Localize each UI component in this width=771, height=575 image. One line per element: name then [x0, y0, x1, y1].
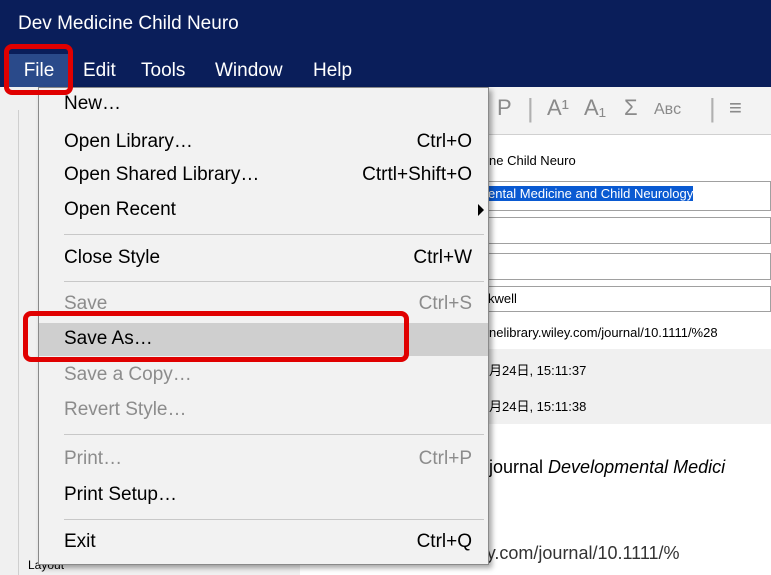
superscript-button[interactable]: A¹: [547, 95, 569, 121]
menu-item-exit[interactable]: Exit Ctrl+Q: [39, 526, 488, 559]
menu-item-shortcut: Ctrl+W: [413, 247, 472, 268]
menu-tools[interactable]: Tools: [141, 54, 185, 87]
menu-file[interactable]: File: [9, 54, 69, 87]
menu-separator: [64, 281, 484, 282]
title-bar: Dev Medicine Child Neuro: [0, 0, 771, 54]
modified-value: 月24日, 15:11:38: [489, 399, 587, 414]
menu-item-save: Save Ctrl+S: [39, 288, 488, 321]
menu-item-label: Close Style: [64, 247, 161, 268]
menu-separator: [64, 434, 484, 435]
menu-item-open-shared-library[interactable]: Open Shared Library… Ctrtl+Shift+O: [39, 159, 488, 192]
menu-item-label: Open Library…: [64, 131, 193, 152]
symbol-button[interactable]: Σ: [624, 95, 638, 121]
menu-item-new[interactable]: New…: [39, 88, 488, 121]
text-field[interactable]: [487, 253, 771, 280]
author-field[interactable]: kwell: [487, 286, 771, 312]
created-value: 月24日, 15:11:37: [489, 363, 587, 378]
small-caps-button[interactable]: Aʙᴄ: [654, 101, 681, 119]
menu-item-shortcut: Ctrl+P: [418, 448, 472, 469]
menu-item-label: Print Setup…: [64, 484, 177, 505]
menu-bar: File Edit Tools Window Help: [0, 54, 771, 87]
window-title: Dev Medicine Child Neuro: [18, 13, 239, 34]
menu-item-revert-style: Revert Style…: [39, 394, 488, 427]
description-italic: Developmental Medici: [548, 457, 726, 477]
description-text: journal Developmental Medici: [489, 457, 725, 478]
toolbar-separator: |: [709, 93, 716, 123]
menu-item-shortcut: Ctrl+Q: [416, 531, 472, 552]
full-title-selection: ental Medicine and Child Neurology: [488, 186, 694, 201]
menu-item-print: Print… Ctrl+P: [39, 443, 488, 476]
text-field[interactable]: [487, 217, 771, 244]
plain-text-button[interactable]: P: [497, 95, 512, 121]
menu-window[interactable]: Window: [215, 54, 283, 87]
format-toolbar: P | A¹ A₁ Σ Aʙᴄ | ≡: [489, 87, 771, 135]
menu-item-label: New…: [64, 93, 122, 114]
file-menu-dropdown: New… Open Library… Ctrl+O Open Shared Li…: [38, 87, 489, 565]
description-prefix: journal: [489, 457, 549, 477]
short-title-value: ne Child Neuro: [489, 153, 576, 168]
submenu-arrow-icon: [478, 204, 484, 216]
menu-separator: [64, 519, 484, 520]
menu-item-label: Save a Copy…: [64, 364, 192, 385]
toolbar-separator: |: [527, 93, 534, 123]
menu-item-print-setup[interactable]: Print Setup…: [39, 479, 488, 512]
menu-item-label: Open Recent: [64, 199, 176, 220]
menu-item-label: Exit: [64, 531, 96, 552]
author-value: kwell: [488, 291, 517, 306]
menu-item-shortcut: Ctrtl+Shift+O: [362, 164, 472, 185]
subscript-button[interactable]: A₁: [584, 95, 606, 121]
menu-item-label: Save: [64, 293, 108, 314]
menu-separator: [64, 234, 484, 235]
full-title-field[interactable]: ental Medicine and Child Neurology: [487, 181, 771, 211]
menu-item-shortcut: Ctrl+O: [416, 131, 472, 152]
left-edge-panel: [0, 110, 19, 575]
menu-item-save-a-copy: Save a Copy…: [39, 359, 488, 392]
align-icon[interactable]: ≡: [729, 95, 742, 121]
menu-item-open-library[interactable]: Open Library… Ctrl+O: [39, 126, 488, 159]
menu-item-label: Save As…: [64, 328, 153, 349]
menu-help[interactable]: Help: [313, 54, 352, 87]
url-value: nelibrary.wiley.com/journal/10.1111/%28: [489, 325, 718, 340]
menu-item-open-recent[interactable]: Open Recent: [39, 194, 488, 227]
menu-item-save-as[interactable]: Save As…: [39, 323, 488, 356]
menu-item-shortcut: Ctrl+S: [418, 293, 472, 314]
menu-item-close-style[interactable]: Close Style Ctrl+W: [39, 242, 488, 275]
menu-item-label: Revert Style…: [64, 399, 187, 420]
menu-item-label: Print…: [64, 448, 123, 469]
menu-item-label: Open Shared Library…: [64, 164, 260, 185]
menu-edit[interactable]: Edit: [83, 54, 116, 87]
